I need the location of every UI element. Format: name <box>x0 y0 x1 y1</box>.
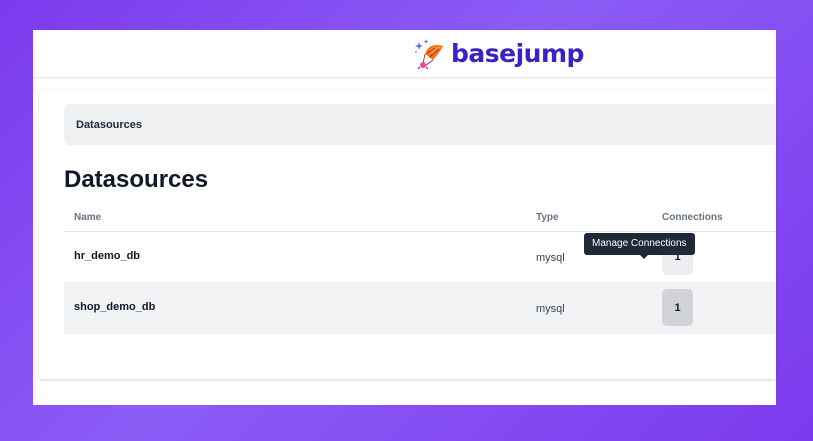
tooltip-arrow <box>640 255 648 259</box>
breadcrumb: Datasources <box>64 104 776 145</box>
table-header: Name Type Connections <box>64 204 776 232</box>
column-header-connections: Connections <box>662 212 723 223</box>
manage-connections-tooltip: Manage Connections <box>584 233 695 259</box>
datasource-type: mysql <box>536 303 565 315</box>
datasource-name[interactable]: hr_demo_db <box>74 250 140 262</box>
column-header-type: Type <box>536 212 559 223</box>
datasources-table: Name Type Connections hr_demo_db mysql 1… <box>64 204 776 334</box>
parachute-sparkle-icon <box>415 39 443 70</box>
datasource-name[interactable]: shop_demo_db <box>74 301 155 313</box>
brand-logo[interactable]: basejump <box>413 38 584 70</box>
brand-name: basejump <box>451 39 584 68</box>
tooltip-text: Manage Connections <box>592 238 687 249</box>
table-row[interactable]: shop_demo_db mysql 1 <box>64 283 776 334</box>
datasource-type: mysql <box>536 252 565 264</box>
app-window: basejump Datasources Datasources Name Ty… <box>33 30 776 405</box>
breadcrumb-item-datasources[interactable]: Datasources <box>76 119 142 131</box>
page-title: Datasources <box>64 166 209 193</box>
column-header-name: Name <box>74 212 102 223</box>
manage-connections-button[interactable]: 1 <box>662 289 693 326</box>
app-header: basejump <box>33 30 776 78</box>
